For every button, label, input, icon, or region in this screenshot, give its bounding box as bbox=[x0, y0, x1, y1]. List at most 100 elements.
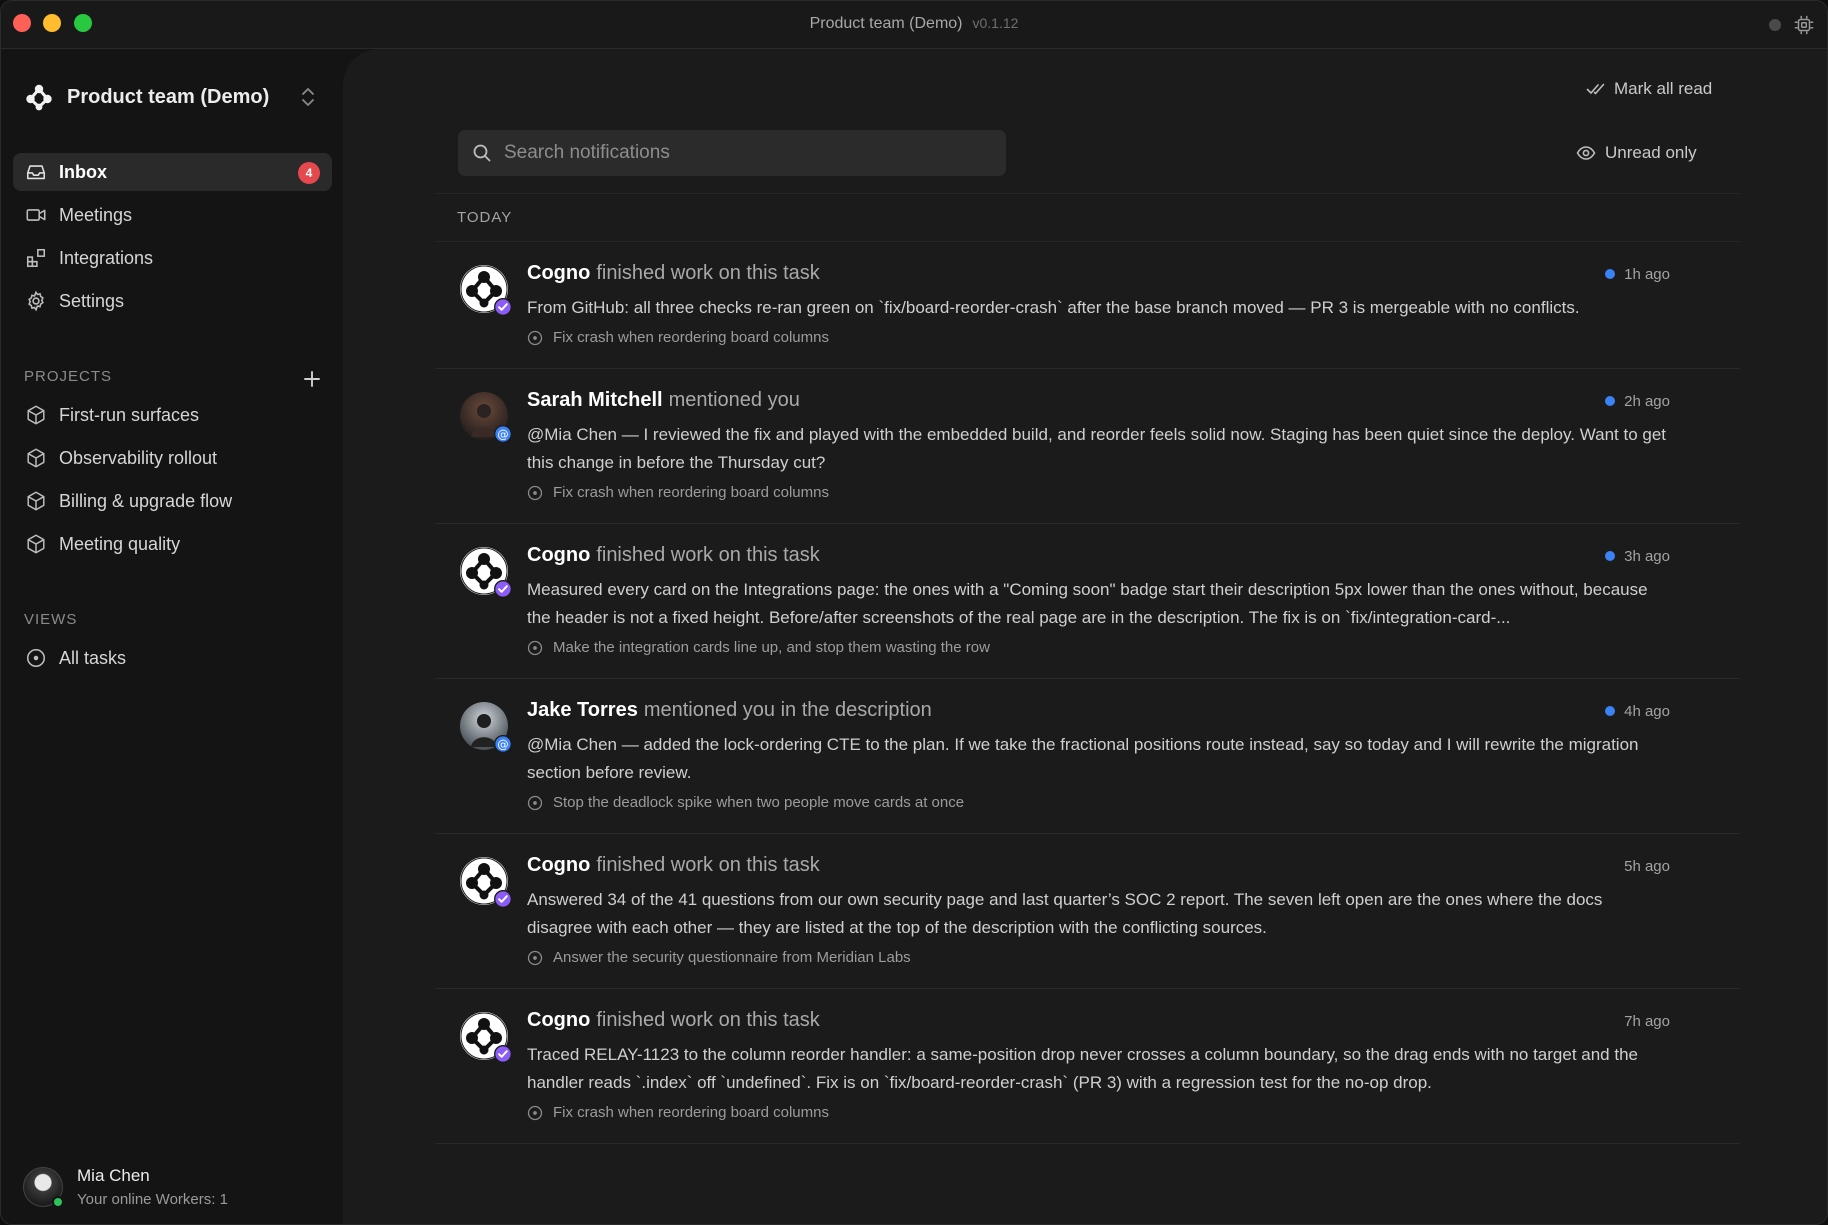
sidebar-item-project-observability-rollout[interactable]: Observability rollout bbox=[13, 439, 332, 477]
notification-actor[interactable]: Cogno bbox=[527, 1009, 590, 1031]
user-name: Mia Chen bbox=[77, 1166, 150, 1185]
notification-task-link[interactable]: Fix crash when reordering board columns bbox=[527, 329, 1670, 368]
notification-item[interactable]: Cogno finished work on this task 5h ago A… bbox=[435, 834, 1740, 989]
notification-time: 7h ago bbox=[1624, 1013, 1670, 1030]
notification-timestamp: 1h ago bbox=[1624, 265, 1670, 283]
unread-dot bbox=[1605, 269, 1616, 279]
unread-dot bbox=[1605, 706, 1616, 716]
cube-icon bbox=[27, 534, 45, 554]
notification-task-link[interactable]: Fix crash when reordering board columns bbox=[527, 484, 1670, 523]
sidebar-item-label: Integrations bbox=[59, 247, 154, 268]
sidebar-item-meetings[interactable]: Meetings bbox=[13, 196, 332, 234]
avatar: @ bbox=[459, 391, 512, 443]
search-icon bbox=[473, 144, 491, 162]
sidebar-item-settings[interactable]: Settings bbox=[13, 282, 332, 320]
task-title: Answer the security questionnaire from M… bbox=[553, 949, 911, 966]
circle-dot-icon bbox=[527, 795, 543, 810]
notification-actor[interactable]: Cogno bbox=[527, 262, 590, 284]
notification-task-link[interactable]: Answer the security questionnaire from M… bbox=[527, 949, 1670, 988]
current-user[interactable]: Mia Chen Your online Workers: 1 bbox=[23, 1162, 228, 1212]
window-title: Product team (Demo) v0.1.12 bbox=[1, 15, 1827, 33]
cube-icon bbox=[27, 405, 45, 425]
mark-all-read-label: Mark all read bbox=[1614, 79, 1713, 98]
mark-all-read-button[interactable]: Mark all read bbox=[1586, 77, 1712, 101]
notification-actor[interactable]: Cogno bbox=[527, 854, 590, 876]
mention-badge-icon: @ bbox=[494, 425, 512, 443]
unread-only-label: Unread only bbox=[1605, 143, 1697, 162]
sidebar-item-label: Meetings bbox=[59, 204, 133, 225]
sidebar-item-label: First-run surfaces bbox=[59, 404, 200, 425]
sidebar-item-project-first-run-surfaces[interactable]: First-run surfaces bbox=[13, 396, 332, 434]
notification-actor[interactable]: Sarah Mitchell bbox=[527, 389, 663, 411]
unread-dot bbox=[1605, 551, 1616, 561]
notification-body: Traced RELAY-1123 to the column reorder … bbox=[527, 1045, 1638, 1092]
add-project-button[interactable] bbox=[301, 368, 323, 390]
sidebar-item-label: Observability rollout bbox=[59, 447, 218, 468]
cube-icon bbox=[27, 491, 45, 511]
chip-icon[interactable] bbox=[1793, 14, 1815, 36]
sidebar-item-inbox[interactable]: Inbox 4 bbox=[13, 153, 332, 191]
notification-action: finished work on this task bbox=[596, 1009, 820, 1031]
sidebar-item-integrations[interactable]: Integrations bbox=[13, 239, 332, 277]
notification-item[interactable]: Cogno finished work on this task 7h ago T… bbox=[435, 989, 1740, 1144]
task-title: Fix crash when reordering board columns bbox=[553, 1104, 829, 1121]
sidebar: Product team (Demo) Inbox 4 Meetings Int… bbox=[1, 49, 343, 1224]
notification-timestamp: 2h ago bbox=[1624, 392, 1670, 410]
workspace-name: Product team (Demo) bbox=[67, 85, 270, 108]
notification-item[interactable]: Cogno finished work on this task 1h ago F… bbox=[435, 242, 1740, 369]
cogno-logo-icon bbox=[459, 856, 512, 908]
sidebar-item-all-tasks[interactable]: All tasks bbox=[13, 639, 332, 677]
connection-status-dot bbox=[1769, 19, 1781, 31]
video-icon bbox=[26, 209, 46, 221]
sidebar-item-label: Settings bbox=[59, 290, 125, 311]
circle-dot-icon bbox=[527, 640, 543, 655]
cogno-logo-icon bbox=[26, 84, 52, 111]
notification-timestamp: 5h ago bbox=[1624, 858, 1670, 875]
notification-action: finished work on this task bbox=[596, 854, 820, 876]
group-header-today: TODAY bbox=[435, 193, 1740, 242]
views-section-label: VIEWS bbox=[24, 611, 78, 628]
chevron-up-down-icon[interactable] bbox=[297, 85, 319, 109]
notification-actor[interactable]: Jake Torres bbox=[527, 699, 638, 721]
notification-body: Measured every card on the Integrations … bbox=[527, 580, 1648, 627]
unread-only-toggle[interactable]: Unread only bbox=[1576, 141, 1697, 165]
workspace-switcher[interactable]: Product team (Demo) bbox=[25, 81, 269, 113]
notification-timestamp: 4h ago bbox=[1624, 702, 1670, 720]
notification-item[interactable]: @ Sarah Mitchell mentioned you 2h ago @Mi… bbox=[435, 369, 1740, 524]
circle-dot-icon bbox=[527, 1105, 543, 1120]
search-input[interactable] bbox=[504, 142, 984, 164]
double-check-icon bbox=[1586, 83, 1605, 95]
mention-badge-icon: @ bbox=[494, 735, 512, 753]
projects-section-label: PROJECTS bbox=[24, 368, 113, 385]
notification-item[interactable]: Cogno finished work on this task 3h ago M… bbox=[435, 524, 1740, 679]
notification-time: 5h ago bbox=[1624, 858, 1670, 875]
notification-task-link[interactable]: Stop the deadlock spike when two people … bbox=[527, 794, 1670, 833]
circle-dot-icon bbox=[527, 950, 543, 965]
notification-task-link[interactable]: Fix crash when reordering board columns bbox=[527, 1104, 1670, 1143]
cogno-logo-icon bbox=[459, 264, 512, 316]
inbox-icon bbox=[26, 165, 46, 180]
check-badge-icon bbox=[494, 580, 512, 598]
notification-body: @Mia Chen — I reviewed the fix and playe… bbox=[527, 425, 1666, 472]
notification-item[interactable]: @ Jake Torres mentioned you in the descri… bbox=[435, 679, 1740, 834]
circle-dot-icon bbox=[527, 485, 543, 500]
avatar: @ bbox=[459, 701, 512, 753]
unread-dot bbox=[1605, 396, 1616, 406]
circle-dot-icon bbox=[527, 330, 543, 345]
sidebar-item-project-billing-upgrade-flow[interactable]: Billing & upgrade flow bbox=[13, 482, 332, 520]
window-title-text: Product team (Demo) bbox=[809, 15, 963, 32]
sidebar-item-label: Meeting quality bbox=[59, 533, 181, 554]
sidebar-item-project-meeting-quality[interactable]: Meeting quality bbox=[13, 525, 332, 563]
check-badge-icon bbox=[494, 298, 512, 316]
notification-time: 2h ago bbox=[1605, 393, 1670, 410]
notification-actor[interactable]: Cogno bbox=[527, 544, 590, 566]
sidebar-item-label: All tasks bbox=[59, 647, 127, 668]
task-title: Fix crash when reordering board columns bbox=[553, 484, 829, 501]
circle-dot-icon bbox=[26, 648, 46, 668]
notification-action: mentioned you bbox=[668, 389, 800, 411]
notification-time: 3h ago bbox=[1605, 548, 1670, 565]
notification-task-link[interactable]: Make the integration cards line up, and … bbox=[527, 639, 1670, 678]
notification-list: TODAY Cogno finished work on this task 1… bbox=[435, 193, 1740, 1144]
app-version: v0.1.12 bbox=[972, 15, 1019, 31]
task-title: Fix crash when reordering board columns bbox=[553, 329, 829, 346]
